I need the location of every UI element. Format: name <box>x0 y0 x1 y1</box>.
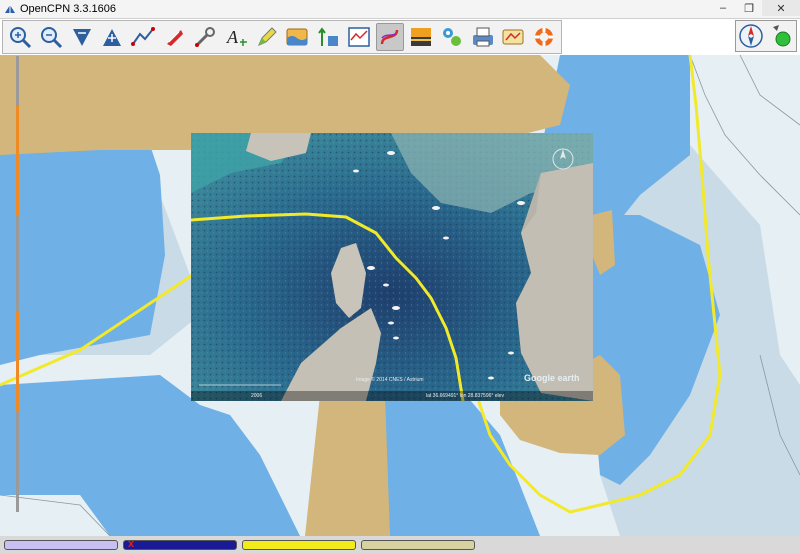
route-manager-icon <box>502 29 524 45</box>
tide-icon <box>286 28 308 46</box>
zoom-in-button[interactable] <box>6 23 34 51</box>
compass-status-box[interactable] <box>735 20 797 52</box>
piano-key-skip-marker: x <box>128 538 135 550</box>
piano-key-1[interactable] <box>4 540 118 550</box>
route-manager-button[interactable] <box>499 23 527 51</box>
tide-button[interactable] <box>283 23 311 51</box>
scale-up-icon <box>103 29 122 46</box>
scale-segment <box>16 106 19 216</box>
scale-down-button[interactable] <box>68 23 96 51</box>
chart-bar-scale <box>16 56 19 512</box>
current-icon <box>318 27 339 46</box>
window-controls: – ❐ ✕ <box>710 0 800 18</box>
current-arrows-button[interactable] <box>314 23 342 51</box>
zoom-in-icon <box>9 27 31 49</box>
ais-icon <box>442 28 461 46</box>
print-icon <box>472 27 493 47</box>
print-button[interactable] <box>469 23 497 51</box>
current-button[interactable] <box>253 23 281 51</box>
gps-status-icon <box>773 25 791 47</box>
shallow-water-w <box>0 145 165 365</box>
track-icon <box>380 29 399 45</box>
follow-button[interactable] <box>160 23 188 51</box>
settings-button[interactable] <box>191 23 219 51</box>
zoom-out-icon <box>40 27 62 49</box>
satellite-logo-text: Google earth <box>524 373 580 383</box>
restore-icon: ❐ <box>744 2 754 15</box>
scale-down-icon <box>72 29 91 46</box>
zoom-out-button[interactable] <box>37 23 65 51</box>
app-logo-icon <box>5 5 15 13</box>
minimize-icon: – <box>719 2 727 14</box>
quilt-button[interactable] <box>345 23 373 51</box>
boat-follow-icon <box>167 30 184 46</box>
text-button[interactable]: A <box>222 23 250 51</box>
close-icon: ✕ <box>776 2 786 15</box>
scale-segment <box>16 311 19 411</box>
scale-up-button[interactable] <box>98 23 126 51</box>
satellite-image-overlay: Image © 2014 CNES / Astrium 2006 lat 36.… <box>190 133 593 402</box>
piano-key-2[interactable]: x <box>123 538 237 550</box>
wrench-icon <box>194 27 215 47</box>
title-bar: OpenCPN 3.3.1606 – ❐ ✕ <box>0 0 800 19</box>
route-icon <box>131 27 156 46</box>
chart-quilt-icon <box>348 27 370 47</box>
ais-button[interactable] <box>438 23 466 51</box>
opencpn-window: OpenCPN 3.3.1606 – ❐ ✕ Image © 2014 CNES… <box>0 0 800 554</box>
close-button[interactable]: ✕ <box>762 0 800 16</box>
dusk-icon <box>410 28 431 46</box>
track-button[interactable] <box>375 23 404 51</box>
satellite-coordinates: lat 36.669491° lon 28.837596° elev <box>426 393 504 399</box>
life-ring-icon <box>535 28 554 46</box>
window-title: OpenCPN 3.3.1606 <box>20 3 117 15</box>
main-toolbar: A <box>2 20 562 54</box>
maximize-button[interactable]: ❐ <box>736 0 762 16</box>
route-button[interactable] <box>129 23 157 51</box>
svg-text:A: A <box>226 27 239 47</box>
satellite-year: 2006 <box>251 393 263 399</box>
piano-key-4[interactable] <box>361 540 475 550</box>
mob-button[interactable] <box>530 23 558 51</box>
text-icon: A <box>226 27 247 47</box>
color-scheme-button[interactable] <box>407 23 435 51</box>
north-up-compass-icon <box>739 24 763 48</box>
minimize-button[interactable]: – <box>710 0 736 16</box>
satellite-copyright: Image © 2014 CNES / Astrium <box>356 377 424 383</box>
satellite-image <box>190 133 593 402</box>
pencil-icon <box>257 27 277 46</box>
piano-key-3[interactable] <box>242 540 356 550</box>
